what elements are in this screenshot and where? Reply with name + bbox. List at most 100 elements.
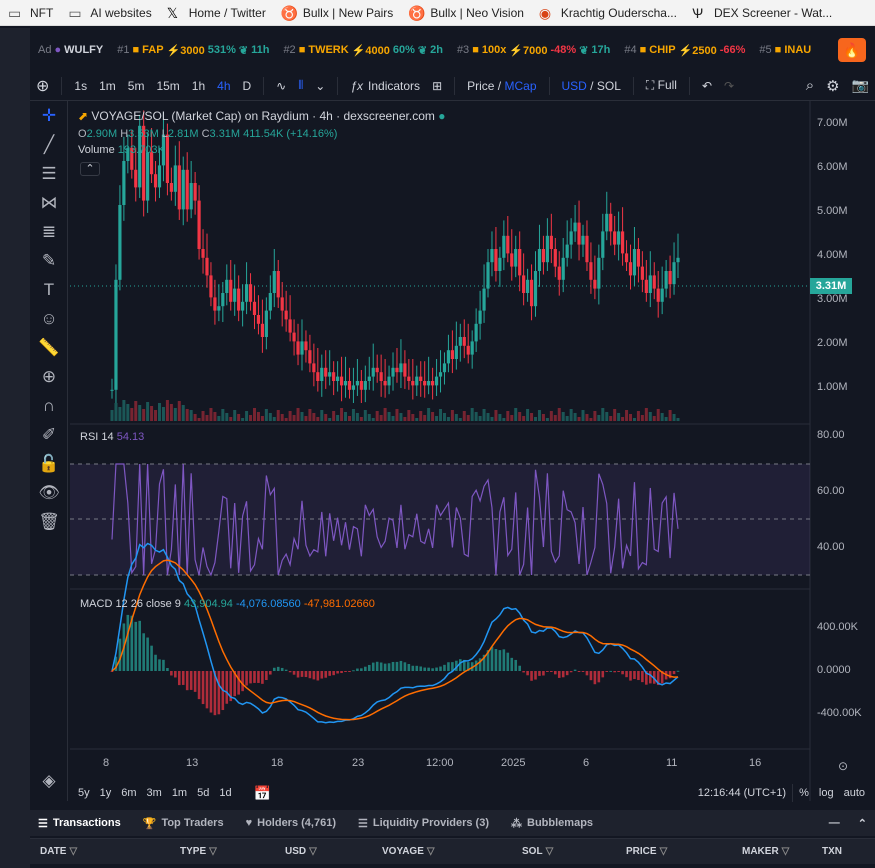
header-usd[interactable]: USD ▽ [285, 846, 317, 857]
ruler-icon[interactable]: 📏 [30, 333, 68, 362]
header-label: SOL [522, 846, 543, 857]
auto-toggle[interactable]: auto [844, 787, 865, 799]
currency-toggle[interactable]: USD / SOL [556, 79, 627, 93]
collapse-legend-button[interactable]: ⌃ [80, 162, 100, 176]
volume-bar [549, 411, 553, 421]
macd-histogram-bar [364, 666, 367, 671]
range-6m[interactable]: 6m [121, 787, 136, 799]
trending-name: INAU [784, 44, 812, 56]
redo-icon[interactable]: ↷ [718, 79, 740, 93]
range-5d[interactable]: 5d [197, 787, 209, 799]
bookmark-item[interactable]: ◉ Krachtig Ouderscha... [539, 6, 677, 20]
interval-1m[interactable]: 1m [93, 79, 122, 93]
header-voyage[interactable]: VOYAGE ▽ [382, 846, 435, 857]
drawing-toolbar: ✛ ╱ ☰ ⋈ ≣ ✎ T ☺ 📏 ⊕ ∩ ✐ 🔓 👁 🗑 ◈ [30, 101, 68, 801]
minimize-icon[interactable]: — [829, 817, 840, 829]
trend-line-icon[interactable]: ╱ [30, 130, 68, 159]
ad-item[interactable]: Ad ● WULFY [38, 44, 103, 56]
log-toggle[interactable]: log [819, 787, 834, 799]
magnet-icon[interactable]: ∩ [30, 391, 68, 420]
trending-item[interactable]: #4 ■ CHIP ⚡2500 -66% [624, 44, 745, 57]
candle-body [157, 165, 162, 188]
volume-bar [458, 418, 462, 421]
lock-drawing-icon[interactable]: ✐ [30, 420, 68, 449]
bookmark-item[interactable]: ▭ AI websites [68, 6, 151, 20]
header-type[interactable]: TYPE ▽ [180, 846, 217, 857]
macd-histogram-bar [336, 671, 339, 674]
header-label: TXN [822, 846, 842, 857]
bookmark-item[interactable]: ♉ Bullx | New Pairs [281, 6, 393, 20]
macd-histogram-bar [387, 663, 391, 671]
trending-item[interactable]: #5 ■ INAU [759, 44, 811, 56]
trending-item[interactable]: #3 ■ 100x ⚡7000 -48% ❦ 17h [457, 44, 610, 57]
line-type-icon[interactable]: ∿ [270, 79, 292, 93]
percent-toggle[interactable]: % [799, 787, 809, 799]
text-icon[interactable]: T [30, 275, 68, 304]
undo-icon[interactable]: ↶ [696, 79, 718, 93]
brush-icon[interactable]: ✎ [30, 246, 68, 275]
bookmark-item[interactable]: ▭ NFT [8, 6, 53, 20]
camera-icon[interactable]: 📷 [846, 77, 875, 94]
fire-button[interactable]: 🔥 [838, 38, 866, 62]
range-1y[interactable]: 1y [100, 787, 112, 799]
zoom-icon[interactable]: ⊕ [30, 362, 68, 391]
tab-liquidity-providers[interactable]: ☰ Liquidity Providers (3) [358, 817, 489, 830]
range-1m[interactable]: 1m [172, 787, 187, 799]
interval-5m[interactable]: 5m [122, 79, 151, 93]
volume-bar [541, 414, 545, 421]
candle-body [462, 337, 466, 346]
calendar-icon[interactable]: 📅 [254, 785, 271, 802]
trash-icon[interactable]: 🗑 [30, 507, 68, 536]
macd-histogram-bar [209, 671, 213, 713]
interval-4h[interactable]: 4h [211, 79, 236, 93]
indicators-button[interactable]: ƒx Indicators [344, 79, 426, 93]
interval-D[interactable]: D [237, 79, 258, 93]
chevron-down-icon[interactable]: ⌄ [309, 79, 331, 93]
crosshair-icon[interactable]: ✛ [30, 101, 68, 130]
interval-1s[interactable]: 1s [68, 79, 93, 93]
volume-bar [640, 415, 644, 421]
emoji-icon[interactable]: ☺ [30, 304, 68, 333]
bookmark-item[interactable]: ♉ Bullx | Neo Vision [408, 6, 524, 20]
volume-bar [482, 409, 486, 421]
trending-item[interactable]: #1 ■ FAP ⚡3000 531% ❦ 11h [117, 44, 269, 57]
price-mcap-toggle[interactable]: Price / MCap [461, 79, 542, 93]
horizontal-lines-icon[interactable]: ☰ [30, 159, 68, 188]
chevron-up-icon[interactable]: ⌃ [858, 817, 867, 830]
price-tick: 4.00M [817, 249, 848, 261]
header-date[interactable]: DATE ▽ [40, 846, 77, 857]
bookmark-item[interactable]: Ѱ DEX Screener - Wat... [692, 6, 832, 20]
tab-transactions[interactable]: ☰ Transactions [38, 817, 121, 830]
macd-histogram-bar [621, 671, 624, 675]
fullscreen-button[interactable]: ⛶ Full [640, 78, 683, 93]
volume-bar [150, 406, 154, 421]
bookmark-item[interactable]: 𝕏 Home / Twitter [167, 6, 266, 20]
header-maker[interactable]: MAKER ▽ [742, 846, 789, 857]
layout-icon[interactable]: ⊞ [426, 79, 448, 93]
candle-type-icon[interactable]: ⫴ [292, 78, 309, 93]
trending-item[interactable]: #2 ■ TWERK ⚡4000 60% ❦ 2h [283, 44, 443, 57]
eye-icon[interactable]: 👁 [30, 478, 68, 507]
lock-icon[interactable]: 🔓 [30, 449, 68, 478]
header-sol[interactable]: SOL ▽ [522, 846, 553, 857]
range-1d[interactable]: 1d [219, 787, 231, 799]
header-price[interactable]: PRICE ▽ [626, 846, 667, 857]
goto-realtime-icon[interactable]: ⊙ [838, 759, 848, 773]
macd-histogram-bar [292, 671, 296, 675]
add-symbol-icon[interactable]: ⊕ [30, 76, 55, 96]
header-txn[interactable]: TXN [822, 846, 842, 857]
tab-holders[interactable]: ♥ Holders (4,761) [246, 817, 336, 829]
interval-15m[interactable]: 15m [150, 79, 185, 93]
chart-area[interactable]: ⬈ VOYAGE/SOL (Market Cap) on Raydium · 4… [70, 101, 875, 801]
tab-top-traders[interactable]: 🏆 Top Traders [143, 817, 224, 830]
interval-1h[interactable]: 1h [186, 79, 211, 93]
fib-icon[interactable]: ≣ [30, 217, 68, 246]
tab-bubblemaps[interactable]: ⁂ Bubblemaps [511, 817, 593, 830]
pattern-icon[interactable]: ⋈ [30, 188, 68, 217]
macd-histogram-bar [312, 671, 316, 680]
range-5y[interactable]: 5y [78, 787, 90, 799]
range-3m[interactable]: 3m [147, 787, 162, 799]
trending-name: TWERK [308, 44, 349, 56]
gear-icon[interactable]: ⚙ [820, 77, 845, 95]
search-icon[interactable]: ⌕ [800, 77, 820, 94]
